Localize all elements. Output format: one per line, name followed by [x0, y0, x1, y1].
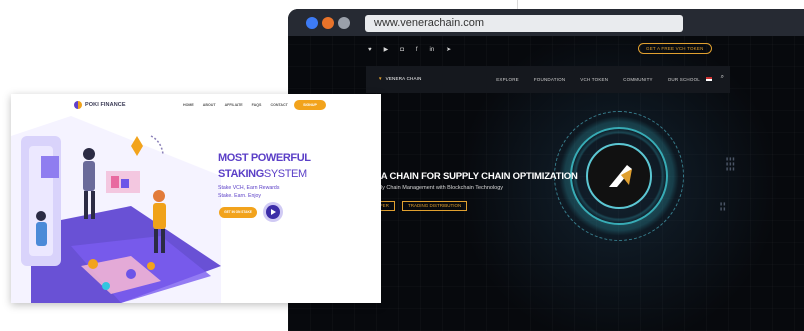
- venera-navbar: ▼ VENERA CHAIN EXPLORE FOUNDATION VCH TOK…: [366, 66, 730, 93]
- poki-logo-text: POKI FINANCE: [85, 102, 126, 108]
- poki-logo-icon: [74, 101, 82, 109]
- language-flag-icon[interactable]: [706, 77, 712, 81]
- nav-vch-token[interactable]: VCH TOKEN: [580, 77, 608, 82]
- arrow-logo-icon: [609, 165, 632, 187]
- window-dot-blue[interactable]: [306, 17, 318, 29]
- nav-community[interactable]: COMMUNITY: [623, 77, 653, 82]
- facebook-icon[interactable]: f: [416, 46, 418, 54]
- staking-nav: HOME ABOUT AFFILIATE FAQS CONTACT SIGNIN: [183, 103, 309, 107]
- venera-nav: EXPLORE FOUNDATION VCH TOKEN COMMUNITY O…: [496, 77, 700, 82]
- nav-home[interactable]: HOME: [183, 103, 194, 107]
- window-dot-gray[interactable]: [338, 17, 350, 29]
- nav-affiliate[interactable]: AFFILIATE: [225, 103, 243, 107]
- subheadline-1: Stake VCH, Earn Rewards: [218, 185, 280, 191]
- twitter-icon[interactable]: ♥: [368, 46, 372, 54]
- decor-ticks-right-2: ▮▮ ▮▮: [720, 201, 727, 211]
- get-stake-button[interactable]: GET IN ON STAKE: [219, 207, 257, 218]
- venera-logo-text: VENERA CHAIN: [385, 76, 422, 81]
- youtube-icon[interactable]: ▶: [384, 46, 389, 54]
- subheadline-2: Stake. Earn. Enjoy: [218, 193, 261, 199]
- instagram-icon[interactable]: ◘: [400, 46, 404, 54]
- headline-bold-1: MOST POWERFUL: [218, 152, 311, 164]
- play-video-icon[interactable]: [266, 205, 280, 219]
- logo-mark-icon: ▼: [378, 76, 383, 81]
- venera-logo[interactable]: ▼ VENERA CHAIN: [378, 76, 422, 81]
- staking-header: POKI FINANCE HOME ABOUT AFFILIATE FAQS C…: [11, 94, 381, 116]
- headline-line-2: STAKINGSYSTEM: [218, 168, 307, 180]
- nav-explore[interactable]: EXPLORE: [496, 77, 519, 82]
- address-bar[interactable]: www.venerachain.com: [365, 15, 683, 32]
- hero-subtitle: Supply Chain Management with Blockchain …: [368, 185, 504, 191]
- free-token-button[interactable]: GET A FREE VCH TOKEN: [638, 43, 712, 54]
- search-icon[interactable]: ⌕: [721, 74, 724, 81]
- headline-bold-2: STAKING: [218, 168, 264, 180]
- venera-emblem: [586, 143, 652, 209]
- social-links: ♥ ▶ ◘ f in ➤: [368, 46, 451, 54]
- isometric-illustration: [11, 116, 221, 303]
- nav-foundation[interactable]: FOUNDATION: [534, 77, 565, 82]
- window-dot-orange[interactable]: [322, 17, 334, 29]
- headline-line-1: MOST POWERFUL: [218, 152, 311, 164]
- hero-title: ERA CHAIN FOR SUPPLY CHAIN OPTIMIZATION: [368, 171, 578, 182]
- linkedin-icon[interactable]: in: [429, 46, 434, 54]
- hero-illustration: [11, 116, 221, 303]
- staking-site-window: POKI FINANCE HOME ABOUT AFFILIATE FAQS C…: [11, 94, 381, 303]
- trading-distribution-button[interactable]: TRADING DISTRIBUTION: [402, 201, 468, 211]
- poki-logo[interactable]: POKI FINANCE: [74, 101, 126, 109]
- browser-toolbar: www.venerachain.com: [288, 9, 804, 36]
- decor-ticks-right: ▮▮▮ ▮▮▮ ▮▮▮: [726, 156, 736, 171]
- nav-faqs[interactable]: FAQS: [252, 103, 262, 107]
- headline-rest-2: SYSTEM: [263, 168, 307, 180]
- signup-button[interactable]: SIGNUP: [294, 100, 326, 110]
- telegram-icon[interactable]: ➤: [446, 46, 451, 54]
- nav-our-school[interactable]: OUR SCHOOL: [668, 77, 700, 82]
- nav-about[interactable]: ABOUT: [203, 103, 216, 107]
- nav-contact[interactable]: CONTACT: [270, 103, 287, 107]
- showcase-canvas: www.venerachain.com ♥ ▶ ◘ f in ➤ GET A F…: [0, 0, 804, 331]
